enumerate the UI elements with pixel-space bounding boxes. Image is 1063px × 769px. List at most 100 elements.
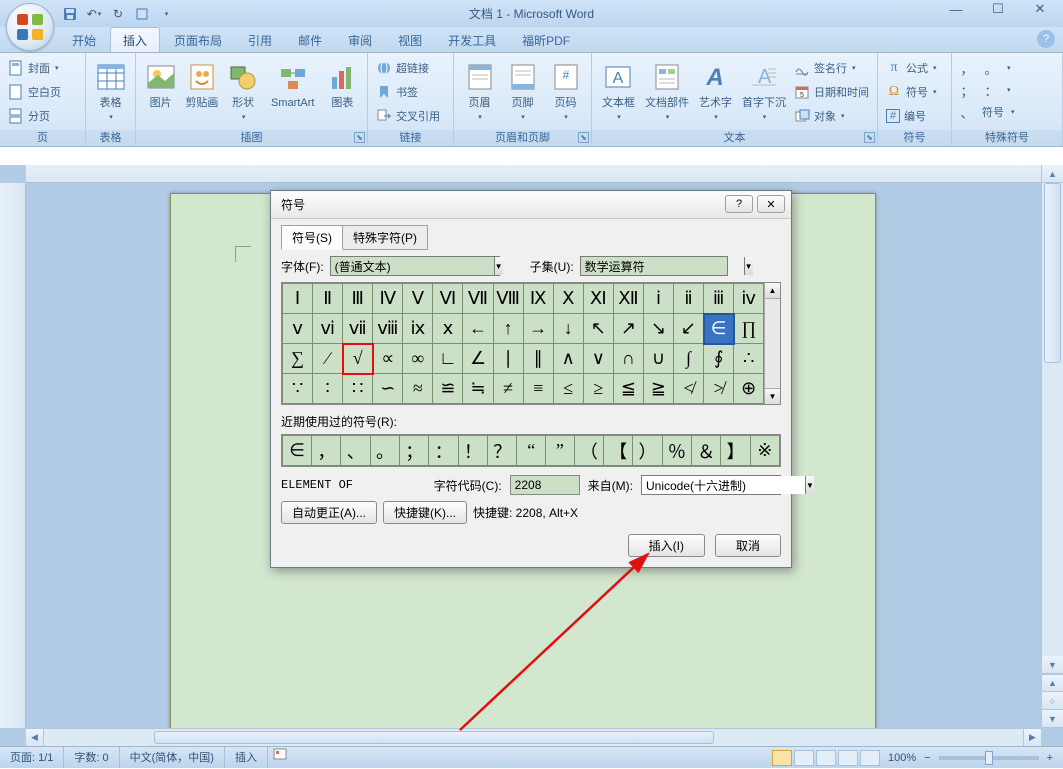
symbol-cell[interactable]: ≈ (403, 374, 433, 404)
recent-symbol-cell[interactable]: （ (574, 436, 603, 466)
smartart-button[interactable]: SmartArt (266, 57, 320, 110)
symbol-cell[interactable]: ∨ (583, 344, 613, 374)
textbox-button[interactable]: A文本框▾ (598, 57, 639, 124)
symbol-cell[interactable]: ⅷ (373, 314, 403, 344)
symbol-cell[interactable]: ∴ (734, 344, 764, 374)
symbol-cell[interactable]: ≌ (433, 374, 463, 404)
recent-symbol-cell[interactable]: ” (546, 436, 575, 466)
next-page-icon[interactable]: ▼ (1042, 710, 1063, 728)
qat-save-icon[interactable] (60, 4, 80, 24)
subset-combo[interactable]: ▼ (580, 256, 728, 276)
symbol-cell[interactable]: ∵ (283, 374, 313, 404)
status-mode[interactable]: 插入 (225, 747, 268, 768)
recent-symbol-cell[interactable]: ※ (750, 436, 779, 466)
status-words[interactable]: 字数: 0 (64, 747, 119, 768)
status-page[interactable]: 页面: 1/1 (0, 747, 64, 768)
symbol-button[interactable]: Ω符号▾ (884, 81, 939, 103)
symbol-cell[interactable]: ⅸ (403, 314, 433, 344)
scroll-left-icon[interactable]: ◀ (26, 729, 44, 746)
from-combo[interactable]: ▼ (641, 475, 781, 495)
symbol-cell[interactable]: ∟ (433, 344, 463, 374)
symbol-cell[interactable]: Ⅴ (403, 284, 433, 314)
fullscreen-view[interactable] (794, 750, 814, 766)
recent-symbol-cell[interactable]: ＆ (692, 436, 721, 466)
blank-page-button[interactable]: 空白页 (6, 81, 63, 103)
prev-page-icon[interactable]: ▲ (1042, 674, 1063, 692)
cover-page-button[interactable]: 封面▾ (6, 57, 63, 79)
dropcap-button[interactable]: A首字下沉▾ (740, 57, 788, 124)
special-symbol-button[interactable]: 符号 (982, 104, 1004, 120)
recent-symbol-cell[interactable]: ％ (662, 436, 691, 466)
symbol-cell[interactable]: ← (463, 314, 493, 344)
status-macro-icon[interactable] (268, 747, 292, 768)
status-language[interactable]: 中文(简体，中国) (120, 747, 225, 768)
symbol-cell[interactable]: ⅴ (283, 314, 313, 344)
browse-object-icon[interactable]: ○ (1042, 692, 1063, 710)
symbol-cell[interactable]: ∠ (463, 344, 493, 374)
table-button[interactable]: 表格▾ (92, 57, 129, 124)
symbol-cell[interactable]: Ⅶ (463, 284, 493, 314)
subset-input[interactable] (581, 257, 744, 275)
symbol-cell[interactable]: ⅲ (704, 284, 734, 314)
draft-view[interactable] (860, 750, 880, 766)
zoom-out-button[interactable]: − (924, 752, 930, 764)
tab-review[interactable]: 审阅 (336, 28, 384, 52)
tab-foxit-pdf[interactable]: 福昕PDF (510, 28, 582, 52)
symbol-cell[interactable]: ≧ (643, 374, 673, 404)
symbol-cell[interactable]: ↑ (493, 314, 523, 344)
symbol-cell[interactable]: ↗ (613, 314, 643, 344)
tab-references[interactable]: 引用 (236, 28, 284, 52)
symbol-cell[interactable]: ⊕ (734, 374, 764, 404)
wordart-button[interactable]: A艺术字▾ (695, 57, 736, 124)
font-input[interactable] (331, 257, 494, 275)
crossref-button[interactable]: 交叉引用 (374, 105, 442, 127)
zoom-slider[interactable] (939, 756, 1039, 760)
page-number-button[interactable]: #页码▾ (546, 57, 585, 124)
symbol-cell[interactable]: ↙ (674, 314, 704, 344)
signature-line-button[interactable]: 签名行▾ (792, 57, 871, 79)
help-button[interactable]: ? (1037, 30, 1055, 48)
outline-view[interactable] (838, 750, 858, 766)
symbol-cell[interactable]: ≤ (553, 374, 583, 404)
zoom-in-button[interactable]: + (1047, 752, 1053, 764)
qat-repeat-icon[interactable] (132, 4, 152, 24)
chart-button[interactable]: 图表 (324, 57, 361, 110)
clipart-button[interactable]: 剪贴画 (183, 57, 220, 110)
symbol-cell[interactable]: ⅶ (343, 314, 373, 344)
recent-symbol-cell[interactable]: ； (400, 436, 429, 466)
special-char[interactable]: ； (958, 81, 976, 100)
symbol-cell[interactable]: ≥ (583, 374, 613, 404)
qat-customize-icon[interactable]: ▾ (156, 4, 176, 24)
zoom-thumb[interactable] (985, 751, 993, 765)
symbol-cell[interactable]: ⅰ (643, 284, 673, 314)
symbol-cell[interactable]: ≦ (613, 374, 643, 404)
scroll-thumb[interactable] (154, 731, 714, 744)
symbol-cell[interactable]: ∈ (704, 314, 734, 344)
recent-symbol-cell[interactable]: 。 (370, 436, 399, 466)
symbol-cell[interactable]: ⅹ (433, 314, 463, 344)
office-button[interactable] (6, 3, 54, 51)
recent-symbol-cell[interactable]: ？ (488, 436, 517, 466)
scroll-thumb[interactable] (1044, 183, 1061, 363)
recent-symbol-cell[interactable]: ！ (458, 436, 487, 466)
symbol-cell[interactable]: ∝ (373, 344, 403, 374)
symbol-cell[interactable]: → (523, 314, 553, 344)
symbol-cell[interactable]: ∧ (553, 344, 583, 374)
symbol-cell[interactable]: ∏ (734, 314, 764, 344)
insert-button[interactable]: 插入(I) (628, 534, 705, 557)
tab-home[interactable]: 开始 (60, 28, 108, 52)
dropdown-icon[interactable]: ▼ (494, 257, 503, 275)
scroll-right-icon[interactable]: ▶ (1023, 729, 1041, 746)
symbol-cell[interactable]: Ⅱ (313, 284, 343, 314)
symbol-cell[interactable]: ∞ (403, 344, 433, 374)
symbol-cell[interactable]: Ⅵ (433, 284, 463, 314)
dropdown-icon[interactable]: ▼ (805, 476, 814, 494)
symbol-cell[interactable]: ∥ (523, 344, 553, 374)
footer-button[interactable]: 页脚▾ (503, 57, 542, 124)
tab-page-layout[interactable]: 页面布局 (162, 28, 234, 52)
minimize-button[interactable]: — (939, 0, 973, 18)
autocorrect-button[interactable]: 自动更正(A)... (281, 501, 377, 524)
symbol-cell[interactable]: ⅱ (674, 284, 704, 314)
quickparts-button[interactable]: 文档部件▾ (643, 57, 691, 124)
symbol-cell[interactable]: ≯ (704, 374, 734, 404)
